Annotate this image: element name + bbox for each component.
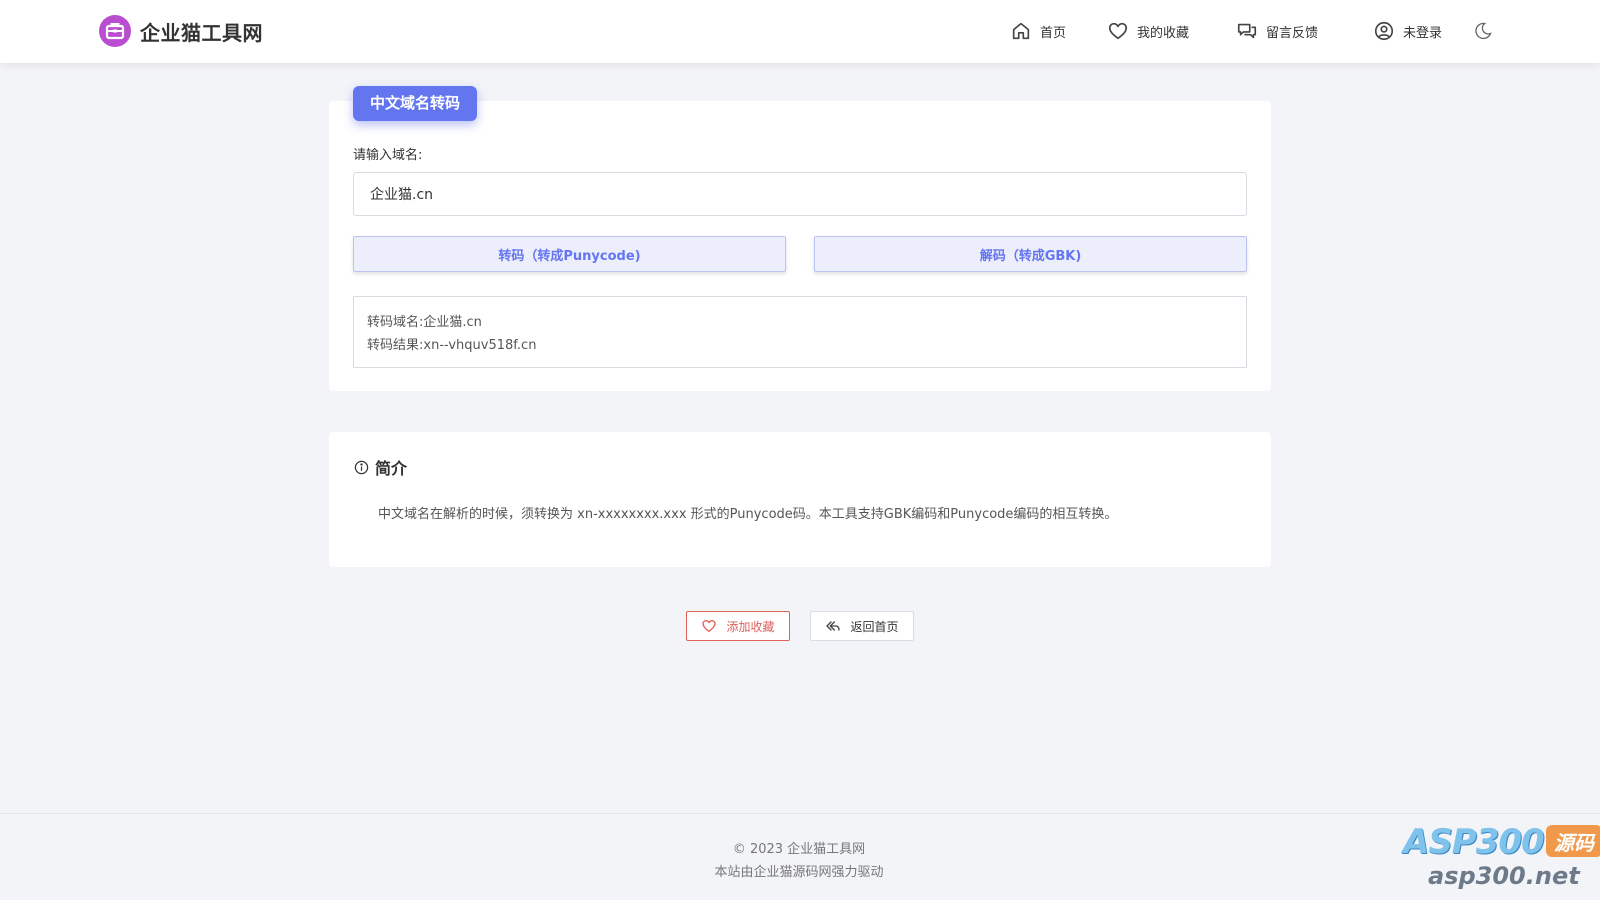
reply-all-icon [826, 621, 841, 631]
intro-card [329, 432, 1271, 567]
nav-feedback[interactable]: 留言反馈 [1236, 20, 1318, 42]
result-domain-line: 转码域名:企业猫.cn [367, 311, 1233, 334]
encode-button[interactable]: 转码（转成Punycode) [353, 236, 786, 272]
nav-home-label: 首页 [1040, 25, 1067, 41]
nav-feedback-label: 留言反馈 [1266, 25, 1319, 41]
domain-input[interactable] [353, 172, 1247, 216]
result-domain-label: 转码域名: [367, 315, 424, 330]
main-nav: 首页 我的收藏 留言反馈 未登录 [0, 20, 1600, 44]
top-header: 企业猫工具网 首页 我的收藏 留言反馈 未登录 [0, 0, 1600, 63]
home-icon [1012, 22, 1030, 40]
intro-text: 中文域名在解析的时候，须转换为 xn-xxxxxxxx.xxx 形式的Punyc… [378, 507, 1118, 522]
watermark-url: asp300.net [1428, 862, 1580, 890]
nav-home[interactable]: 首页 [1010, 20, 1066, 42]
nav-login[interactable]: 未登录 [1373, 20, 1442, 42]
footer-copyright: © 2023 企业猫工具网 [732, 842, 866, 857]
tool-title: 中文域名转码 [353, 86, 478, 121]
result-box: 转码域名:企业猫.cn 转码结果:xn--vhquv518f.cn [353, 296, 1247, 368]
moon-icon[interactable] [1473, 21, 1493, 41]
intro-title: 简介 [375, 459, 408, 478]
add-favorite-button[interactable]: 添加收藏 [686, 611, 790, 641]
footer-powered-by: 本站由企业猫源码网强力驱动 [714, 865, 884, 880]
result-output-label: 转码结果: [367, 338, 424, 353]
nav-favorites[interactable]: 我的收藏 [1107, 20, 1189, 42]
user-circle-icon [1374, 21, 1394, 41]
nav-login-label: 未登录 [1403, 25, 1443, 41]
watermark-brand: ASP300 [1403, 822, 1545, 862]
watermark-badge: 源码 [1546, 825, 1600, 857]
add-favorite-label: 添加收藏 [726, 619, 775, 634]
decode-button[interactable]: 解码（转成GBK) [814, 236, 1247, 272]
chat-bubbles-icon [1237, 23, 1257, 39]
result-output-value: xn--vhquv518f.cn [423, 338, 537, 353]
nav-favorites-label: 我的收藏 [1137, 25, 1190, 41]
heart-icon [702, 620, 717, 632]
heart-icon [1108, 22, 1128, 40]
info-icon [354, 460, 369, 474]
back-home-button[interactable]: 返回首页 [810, 611, 914, 641]
back-home-label: 返回首页 [850, 619, 899, 634]
result-output-line: 转码结果:xn--vhquv518f.cn [367, 334, 1233, 357]
asp300-watermark: ASP300 源码 asp300.net [1403, 822, 1600, 900]
domain-input-label: 请输入域名: [353, 148, 423, 163]
intro-heading: 简介 [354, 455, 407, 479]
footer: © 2023 企业猫工具网 本站由企业猫源码网强力驱动 [0, 813, 1600, 900]
result-domain-value: 企业猫.cn [423, 315, 482, 330]
